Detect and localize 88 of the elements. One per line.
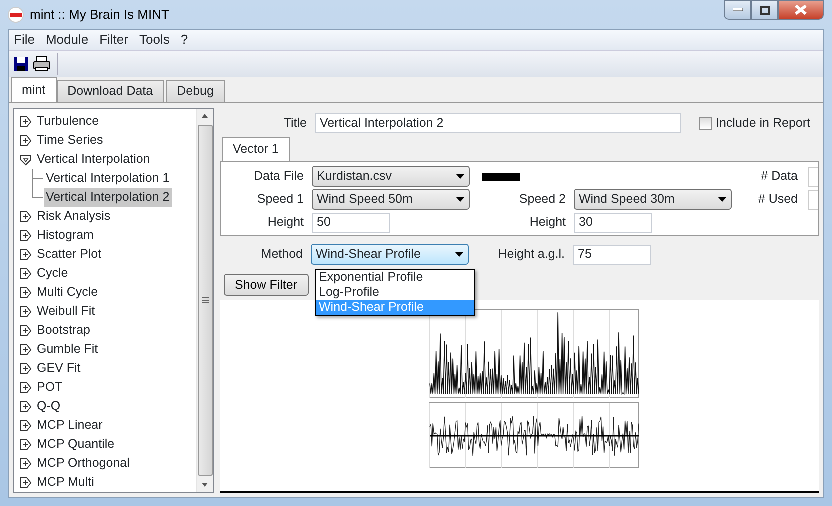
tree-item[interactable]: Time Series — [35, 131, 106, 150]
tree-item[interactable]: Turbulence — [35, 112, 102, 131]
expand-icon[interactable] — [20, 362, 32, 374]
field-label: Speed 2 — [518, 191, 566, 208]
caret-icon — [718, 196, 727, 202]
close-icon — [795, 5, 807, 15]
tree-item[interactable]: MCP Linear — [35, 416, 105, 435]
tree-item[interactable]: Vertical Interpolation 2 — [44, 188, 172, 207]
input-field[interactable]: Vertical Interpolation 2 — [315, 113, 681, 133]
checkbox-label: Include in Report — [716, 114, 811, 132]
dropdown-option[interactable]: Exponential Profile — [316, 270, 474, 285]
field-label: Height a.g.l. — [497, 246, 565, 264]
expand-icon[interactable] — [20, 382, 32, 394]
tree-item[interactable]: Scatter Plot — [35, 245, 104, 264]
collapse-icon[interactable] — [20, 154, 32, 166]
field-label: Data File — [252, 168, 304, 186]
input-field[interactable]: 75 — [573, 244, 651, 264]
tab[interactable]: Vector 1 — [222, 137, 290, 161]
expand-icon[interactable] — [20, 116, 32, 128]
field-label: # Used — [758, 191, 798, 208]
tree-item[interactable]: POT — [35, 378, 65, 397]
expand-icon[interactable] — [20, 324, 32, 336]
menu-item[interactable]: ? — [180, 30, 188, 50]
show-filter-button[interactable]: Show Filter — [224, 274, 309, 296]
expand-icon[interactable] — [20, 134, 32, 146]
expand-icon[interactable] — [20, 286, 32, 298]
field-label: # Data — [761, 168, 798, 186]
expand-icon[interactable] — [20, 400, 32, 412]
tab[interactable]: mint — [11, 77, 57, 102]
tree-item[interactable]: Multi Cycle — [35, 283, 100, 302]
count-field — [808, 166, 818, 186]
minimize-button[interactable] — [724, 0, 751, 20]
expand-icon[interactable] — [20, 306, 32, 318]
dropdown[interactable]: Kurdistan.csv — [312, 166, 470, 187]
tree-item[interactable]: Risk Analysis — [35, 207, 113, 226]
expand-icon[interactable] — [20, 458, 32, 470]
tree-item[interactable]: Vertical Interpolation 1 — [44, 169, 172, 188]
grip-icon — [202, 297, 208, 304]
field-label: Height — [266, 214, 304, 232]
tree-item[interactable]: MCP Quantile — [35, 435, 117, 454]
field-label: Title — [282, 114, 307, 132]
tree-item[interactable]: Weibull Fit — [35, 302, 98, 321]
expand-icon[interactable] — [20, 438, 32, 450]
input-field[interactable]: 30 — [574, 212, 652, 232]
tree-item[interactable]: Gumble Fit — [35, 340, 100, 359]
dropdown[interactable]: Wind-Shear Profile — [311, 244, 469, 265]
tree-item[interactable]: Cycle — [35, 264, 70, 283]
tree-item[interactable]: GEV Fit — [35, 359, 83, 378]
field-label: Method — [260, 246, 303, 264]
scrollbar[interactable] — [196, 109, 213, 492]
tree-item[interactable]: Histogram — [35, 226, 96, 245]
checkbox[interactable] — [699, 116, 712, 130]
field-label: Speed 1 — [256, 191, 304, 208]
menu-item[interactable]: Tools — [139, 30, 170, 50]
input-field[interactable]: 50 — [312, 212, 390, 232]
tree-item[interactable]: Bootstrap — [35, 321, 93, 340]
app-logo-icon — [8, 6, 24, 22]
caret-icon — [456, 174, 465, 180]
menu-item[interactable]: File — [14, 30, 35, 50]
print-icon[interactable] — [33, 56, 51, 72]
tree-item[interactable]: MCP Multi — [35, 473, 96, 492]
field-label: Height — [528, 214, 566, 232]
maximize-button[interactable] — [751, 0, 778, 20]
expand-icon[interactable] — [20, 420, 32, 432]
maximize-icon — [760, 6, 770, 14]
window-title: mint :: My Brain Is MINT — [30, 6, 170, 24]
menu-item[interactable]: Filter — [100, 30, 128, 50]
expand-icon[interactable] — [20, 230, 32, 242]
tab[interactable]: Download Data — [56, 80, 164, 102]
expand-icon[interactable] — [20, 268, 32, 280]
menu-item[interactable]: Module — [46, 30, 89, 50]
expand-icon[interactable] — [20, 248, 32, 260]
tree-item[interactable]: Q-Q — [35, 397, 63, 416]
minimize-icon — [732, 8, 742, 12]
dropdown[interactable]: Wind Speed 30m — [574, 189, 732, 210]
tab[interactable]: Debug — [166, 80, 225, 102]
dropdown[interactable]: Wind Speed 50m — [312, 189, 470, 210]
caret-icon — [455, 252, 464, 258]
caret-icon — [456, 196, 465, 202]
save-icon[interactable] — [13, 56, 29, 72]
count-field — [808, 190, 818, 210]
tree-item[interactable]: MCP Orthogonal — [35, 454, 132, 473]
expand-icon[interactable] — [20, 344, 32, 356]
dropdown-option[interactable]: Log-Profile — [316, 285, 474, 300]
expand-icon[interactable] — [20, 210, 32, 222]
tree-item[interactable]: Vertical Interpolation — [35, 150, 152, 169]
close-button[interactable] — [778, 0, 824, 20]
expand-icon[interactable] — [20, 476, 32, 488]
